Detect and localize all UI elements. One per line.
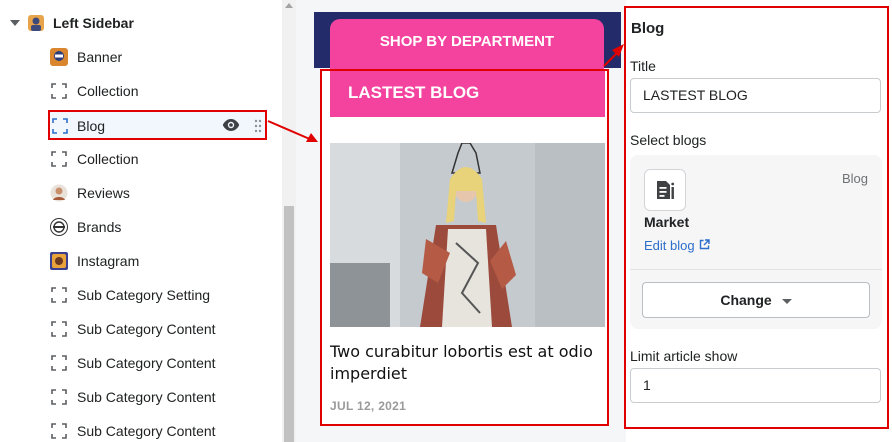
edit-blog-link-label: Edit blog [644, 238, 695, 253]
change-button-label: Change [720, 292, 772, 308]
blog-type-label: Blog [841, 171, 868, 186]
blog-settings-panel: Blog Title LASTEST BLOG Select blogs Blo… [624, 6, 889, 429]
blog-picker: Blog Market Edit blog Change [630, 155, 882, 329]
panel-divider [630, 269, 882, 270]
caret-down-icon [781, 298, 792, 304]
limit-article-label: Limit article show [630, 348, 738, 364]
blog-document-icon [644, 169, 686, 211]
title-input[interactable]: LASTEST BLOG [630, 78, 881, 113]
selected-blog-card: Blog Market Edit blog [630, 155, 882, 269]
limit-article-input[interactable]: 1 [630, 368, 881, 403]
edit-blog-link[interactable]: Edit blog [644, 238, 710, 253]
settings-section-title: Blog [631, 20, 665, 37]
select-blogs-label: Select blogs [630, 132, 707, 148]
change-blog-button[interactable]: Change [642, 282, 870, 318]
selected-blog-name: Market [644, 214, 690, 230]
external-link-icon [699, 238, 710, 253]
title-label: Title [630, 58, 656, 74]
